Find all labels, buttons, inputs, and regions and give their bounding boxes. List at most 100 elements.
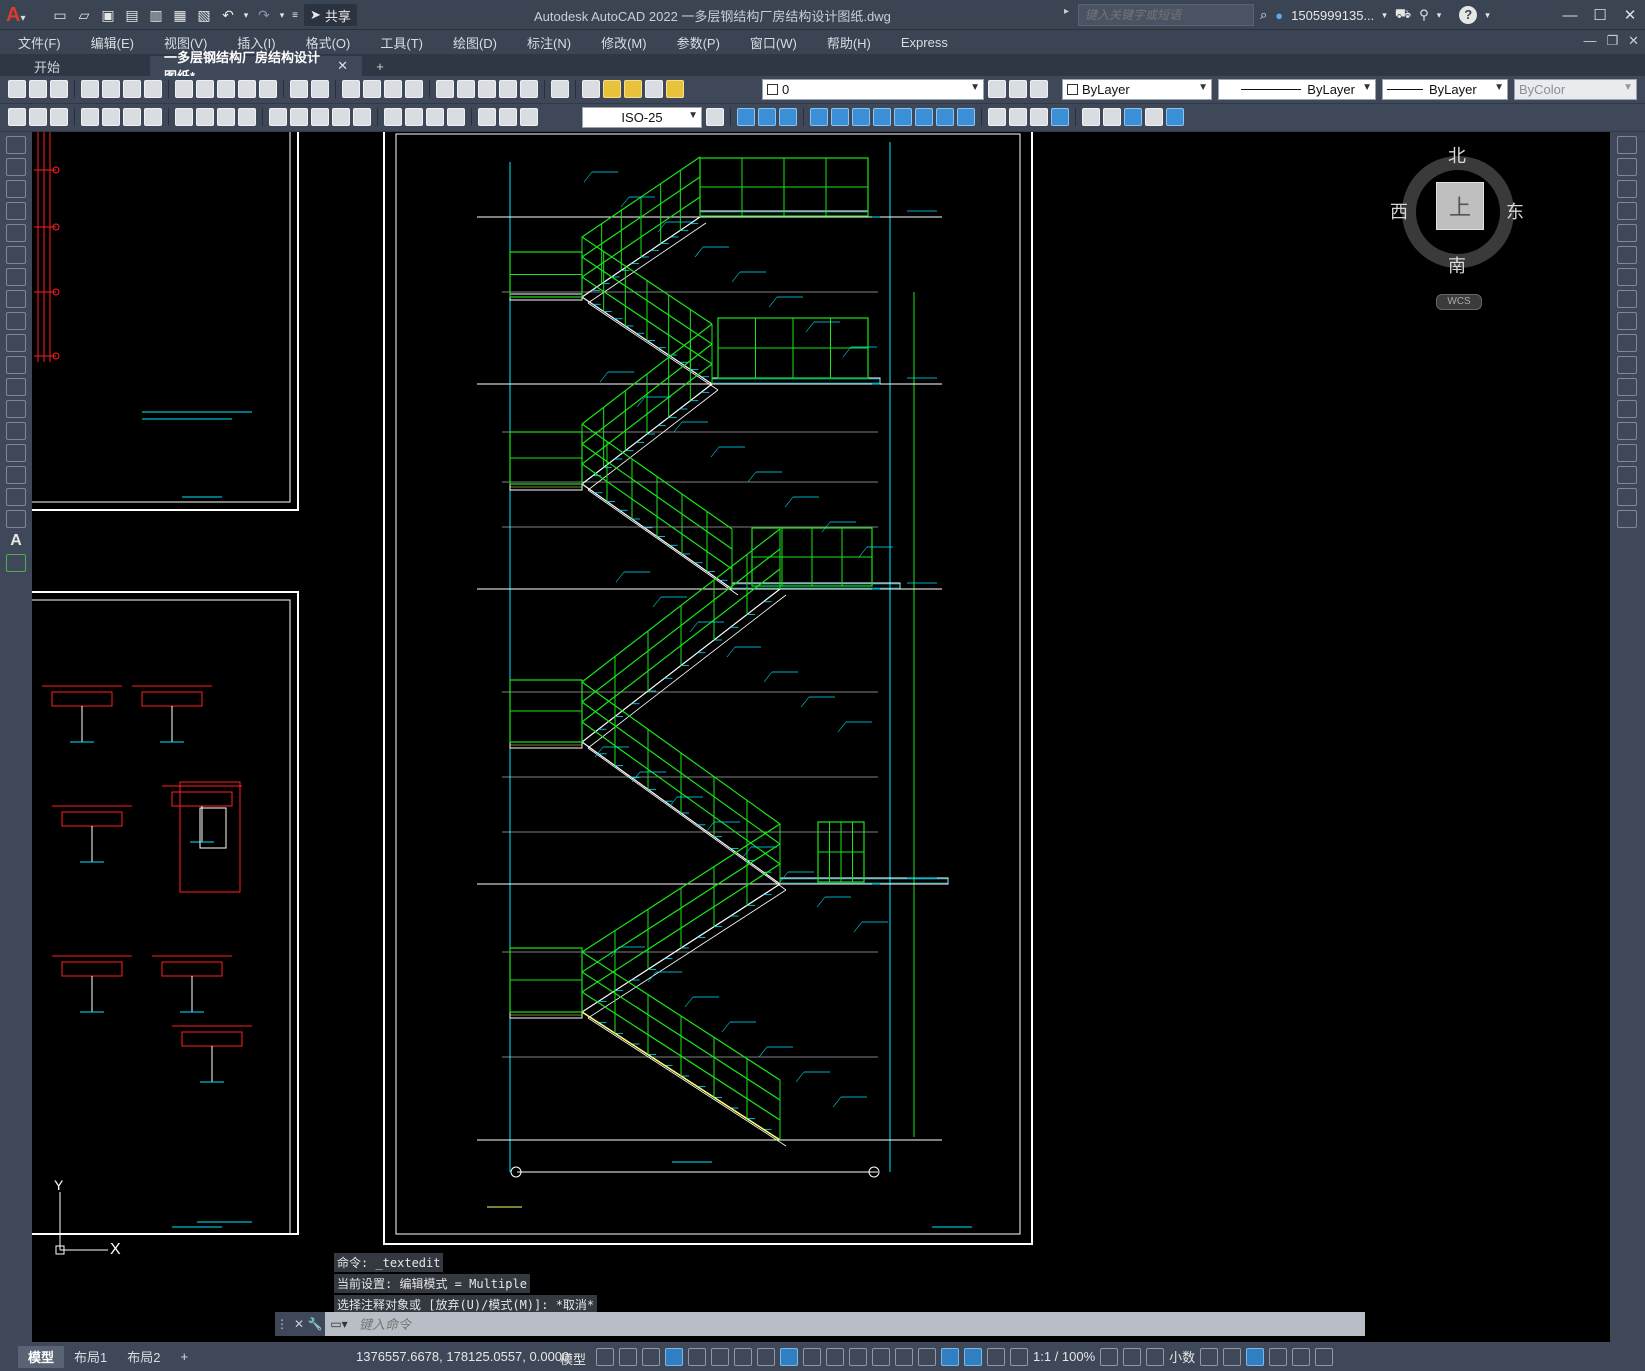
maximize-icon[interactable]: ☐ <box>1585 0 1615 30</box>
doc-close-icon[interactable]: ✕ <box>1628 33 1639 49</box>
offset-icon[interactable] <box>1617 202 1637 220</box>
ucs-object-icon[interactable] <box>1145 108 1163 126</box>
customize-qat-icon[interactable]: ≡ <box>290 5 300 25</box>
layer-previous-icon[interactable] <box>1009 80 1027 98</box>
radius-dim-icon[interactable] <box>175 108 193 126</box>
save-toolbar-icon[interactable] <box>50 80 68 98</box>
inspection-icon[interactable] <box>426 108 444 126</box>
dim-update-icon[interactable] <box>520 108 538 126</box>
quick-dim-icon[interactable] <box>269 108 287 126</box>
render-icon[interactable] <box>1051 108 1069 126</box>
selection-filter-icon[interactable] <box>918 1347 936 1366</box>
dimstyle-dropdown[interactable]: ISO-25 ▼ <box>582 107 702 128</box>
object-snap-icon[interactable] <box>780 1347 798 1366</box>
dimstyle-manager-icon[interactable] <box>706 108 724 126</box>
extend-icon[interactable] <box>1617 356 1637 374</box>
auto-scale-icon[interactable] <box>987 1347 1005 1366</box>
lock-ui-icon[interactable] <box>1223 1347 1242 1366</box>
shaded-icon[interactable] <box>1009 108 1027 126</box>
publish-icon[interactable] <box>123 80 141 98</box>
cut-icon[interactable] <box>175 80 193 98</box>
ellipse-arc-icon[interactable] <box>6 356 26 374</box>
dim-edit-icon[interactable] <box>478 108 496 126</box>
app-dropdown-icon[interactable]: ▾ <box>1437 10 1442 21</box>
3d-union-icon[interactable] <box>758 108 776 126</box>
gizmo-icon[interactable] <box>941 1347 959 1366</box>
lineweight-dropdown[interactable]: ByLayer ▼ <box>1382 79 1508 100</box>
mirror-icon[interactable] <box>1617 180 1637 198</box>
fillet-icon[interactable] <box>1617 466 1637 484</box>
jogged-dim-icon[interactable] <box>196 108 214 126</box>
chamfer-icon[interactable] <box>1617 444 1637 462</box>
redo-toolbar-icon[interactable] <box>311 80 329 98</box>
menu-draw[interactable]: 绘图(D) <box>435 33 509 52</box>
close-icon[interactable]: ✕ <box>1615 0 1645 30</box>
sweep-icon[interactable] <box>894 108 912 126</box>
ucs-world-icon[interactable] <box>1103 108 1121 126</box>
loft-icon[interactable] <box>915 108 933 126</box>
move-icon[interactable] <box>1617 246 1637 264</box>
table-icon[interactable] <box>6 510 26 528</box>
add-selected-icon[interactable] <box>6 554 26 572</box>
lineweight-icon[interactable] <box>803 1347 821 1366</box>
join-icon[interactable] <box>1617 422 1637 440</box>
open-folder-icon[interactable]: ▱ <box>74 5 94 25</box>
autodesk-app-icon[interactable]: ⚲ <box>1419 7 1429 23</box>
baseline-dim-icon[interactable] <box>290 108 308 126</box>
app-logo-icon[interactable]: A▾ <box>6 3 42 27</box>
ucs-view-icon[interactable] <box>1166 108 1184 126</box>
redo-icon[interactable]: ↷ <box>254 5 274 25</box>
scale-icon[interactable] <box>1617 290 1637 308</box>
angular-dim-icon[interactable] <box>238 108 256 126</box>
slice-icon[interactable] <box>852 108 870 126</box>
extrude-icon[interactable] <box>810 108 828 126</box>
diameter-dim-icon[interactable] <box>217 108 235 126</box>
undo-dropdown-icon[interactable]: ▾ <box>242 5 250 25</box>
ucs-face-icon[interactable] <box>1124 108 1142 126</box>
break-at-point-icon[interactable] <box>1617 378 1637 396</box>
print-icon[interactable] <box>81 80 99 98</box>
ellipse-icon[interactable] <box>6 334 26 352</box>
spline-icon[interactable] <box>6 312 26 330</box>
customize-command-icon[interactable]: 🔧 <box>305 1312 325 1336</box>
tolerance-icon[interactable] <box>384 108 402 126</box>
add-layout-button[interactable]: + <box>170 1346 198 1368</box>
gradient-icon[interactable] <box>6 466 26 484</box>
isolate-objects-icon[interactable] <box>1246 1347 1265 1366</box>
isodraft-icon[interactable] <box>734 1347 752 1366</box>
circle-icon[interactable] <box>6 268 26 286</box>
copy-object-icon[interactable] <box>1617 158 1637 176</box>
preview-icon[interactable] <box>102 80 120 98</box>
make-block-icon[interactable] <box>6 400 26 418</box>
help-toolbar-icon[interactable] <box>551 80 569 98</box>
infer-constraints-icon[interactable] <box>642 1347 660 1366</box>
jogged-linear-icon[interactable] <box>447 108 465 126</box>
3d-osnap-icon[interactable] <box>872 1347 890 1366</box>
units-value[interactable]: 小数 <box>1169 1347 1195 1366</box>
match-properties-icon[interactable] <box>238 80 256 98</box>
units-icon[interactable] <box>1146 1347 1165 1366</box>
line-tool-icon[interactable] <box>6 136 26 154</box>
open-web-icon[interactable]: ▥ <box>146 5 166 25</box>
rectangle-icon[interactable] <box>6 224 26 242</box>
menu-tools[interactable]: 工具(T) <box>362 33 435 52</box>
drawing-canvas[interactable]: YX 上 北 南 西 东 WCS <box>32 132 1610 1342</box>
tool-palettes-icon[interactable] <box>478 80 496 98</box>
trim-icon[interactable] <box>1617 334 1637 352</box>
multiline-text-icon[interactable]: A <box>6 532 26 550</box>
selection-cycling-icon[interactable] <box>849 1347 867 1366</box>
menu-parametric[interactable]: 参数(P) <box>659 33 732 52</box>
help-dropdown-icon[interactable]: ▾ <box>1485 10 1490 21</box>
compass-west[interactable]: 西 <box>1390 198 1408 224</box>
arc-length-dim-icon[interactable] <box>123 108 141 126</box>
calculator-icon[interactable] <box>520 80 538 98</box>
command-input[interactable] <box>353 1313 1365 1335</box>
recent-commands-icon[interactable]: ▭▾ <box>325 1312 353 1336</box>
erase-icon[interactable] <box>1617 136 1637 154</box>
3d-subtract-icon[interactable] <box>779 108 797 126</box>
user-icon[interactable]: ● <box>1275 8 1283 23</box>
block-editor-icon[interactable] <box>259 80 277 98</box>
annotation-visibility-icon[interactable] <box>964 1347 982 1366</box>
menu-window[interactable]: 窗口(W) <box>732 33 809 52</box>
undo-toolbar-icon[interactable] <box>290 80 308 98</box>
